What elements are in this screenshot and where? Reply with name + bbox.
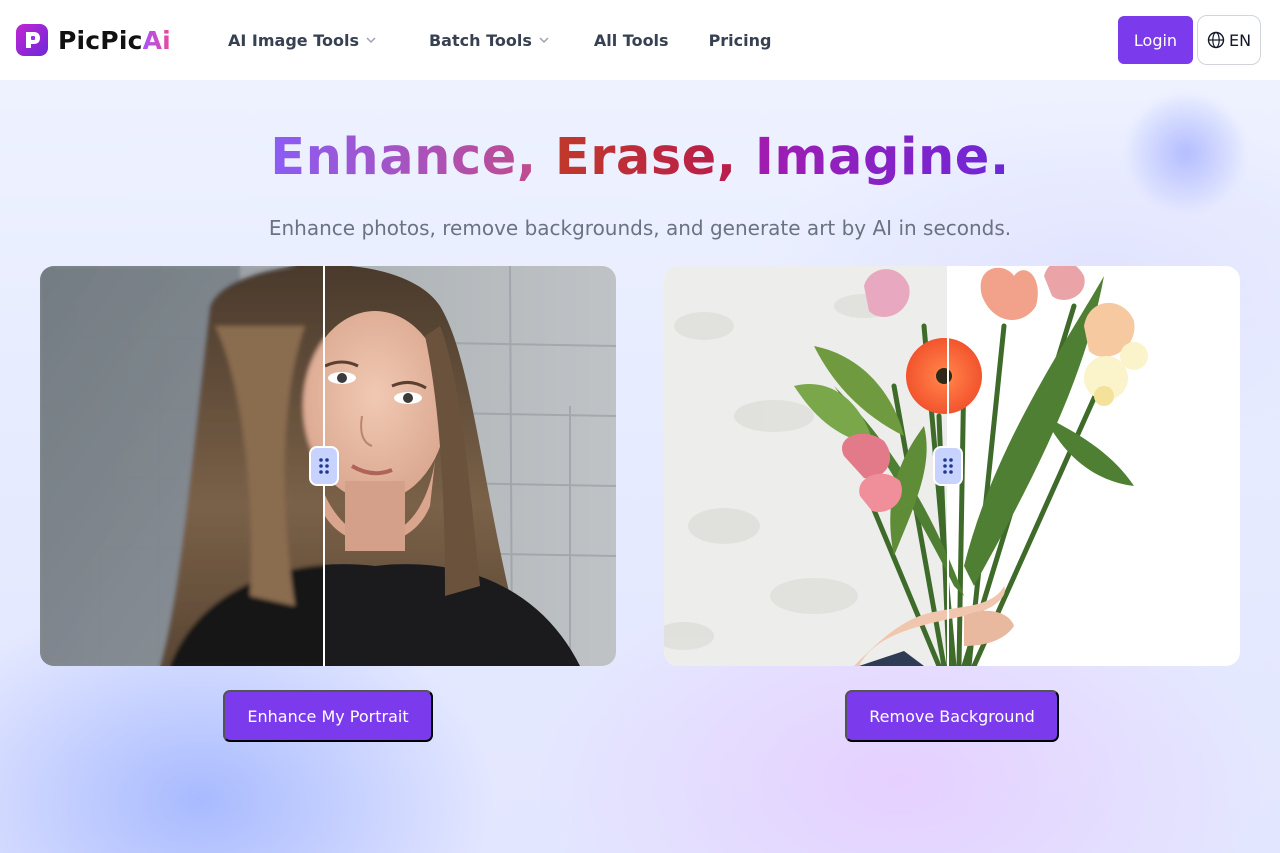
hero-title-word-erase: Erase, bbox=[554, 128, 737, 187]
language-label: EN bbox=[1228, 30, 1252, 50]
nav-batch-tools-label: Batch Tools bbox=[428, 30, 532, 50]
login-button[interactable]: Login bbox=[1118, 16, 1193, 64]
nav-batch-tools[interactable]: Batch Tools bbox=[429, 31, 550, 50]
hero-section: Enhance, Erase, Imagine. Enhance photos,… bbox=[0, 80, 1280, 853]
drag-handle-icon[interactable] bbox=[309, 446, 339, 486]
brand-name-part2: Ai bbox=[142, 25, 171, 55]
header-actions: Login EN bbox=[1118, 15, 1261, 65]
nav-ai-image-tools-label: AI Image Tools bbox=[228, 30, 359, 50]
nav-pricing[interactable]: Pricing bbox=[709, 31, 772, 50]
main-nav: AI Image Tools Batch Tools All Tools Pri… bbox=[228, 31, 771, 50]
brand-name: PicPicAi bbox=[58, 26, 171, 55]
logo-mark-icon bbox=[16, 24, 48, 56]
remove-background-button[interactable]: Remove Background bbox=[845, 690, 1059, 742]
language-selector[interactable]: EN bbox=[1197, 15, 1261, 65]
drag-handle-icon[interactable] bbox=[933, 446, 963, 486]
nav-pricing-label: Pricing bbox=[708, 30, 772, 50]
globe-icon bbox=[1207, 31, 1225, 49]
nav-all-tools-label: All Tools bbox=[593, 30, 669, 50]
chevron-down-icon bbox=[539, 37, 549, 44]
nav-all-tools[interactable]: All Tools bbox=[594, 31, 669, 50]
hero-title-word-imagine: Imagine. bbox=[754, 128, 1010, 187]
site-header: PicPicAi AI Image Tools Batch Tools All … bbox=[0, 0, 1280, 80]
brand-name-part1: PicPic bbox=[58, 25, 143, 55]
background-compare-slider[interactable] bbox=[664, 266, 1240, 666]
hero-title: Enhance, Erase, Imagine. bbox=[0, 128, 1280, 187]
portrait-compare-slider[interactable] bbox=[40, 266, 616, 666]
brand-logo[interactable]: PicPicAi bbox=[16, 24, 228, 56]
enhance-portrait-button[interactable]: Enhance My Portrait bbox=[223, 690, 433, 742]
nav-ai-image-tools[interactable]: AI Image Tools bbox=[228, 31, 377, 50]
hero-title-word-enhance: Enhance, bbox=[270, 128, 537, 187]
chevron-down-icon bbox=[366, 37, 376, 44]
hero-subtitle: Enhance photos, remove backgrounds, and … bbox=[268, 216, 1012, 240]
